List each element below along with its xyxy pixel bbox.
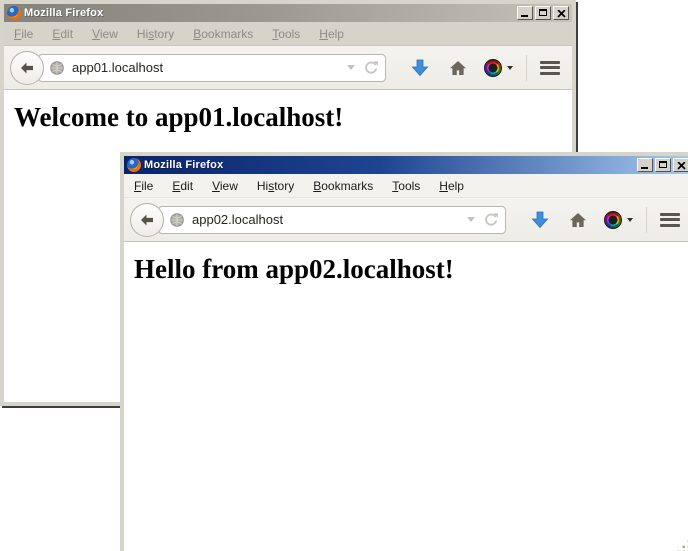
- toolbar-separator: [646, 207, 647, 233]
- addon-caret-icon: [507, 66, 513, 70]
- menu-help[interactable]: Help: [319, 27, 344, 41]
- title-bar[interactable]: Mozilla Firefox: [124, 156, 688, 174]
- minimize-button[interactable]: [517, 6, 533, 20]
- window-controls: [517, 6, 570, 20]
- reload-icon[interactable]: [483, 212, 499, 228]
- hamburger-icon: [660, 213, 680, 216]
- browser-window-app02: Mozilla Firefox File Edit View History B…: [120, 152, 688, 551]
- menu-bar: File Edit View History Bookmarks Tools H…: [124, 174, 688, 198]
- downloads-button[interactable]: [530, 210, 550, 230]
- menu-tools[interactable]: Tools: [272, 27, 300, 41]
- window-controls: [637, 158, 688, 172]
- page-heading: Welcome to app01.localhost!: [4, 90, 572, 133]
- window-title: Mozilla Firefox: [144, 159, 223, 171]
- url-bar[interactable]: app01.localhost: [38, 54, 386, 82]
- close-icon: [677, 162, 686, 170]
- menu-edit[interactable]: Edit: [52, 27, 73, 41]
- url-bar[interactable]: app02.localhost: [158, 206, 506, 234]
- home-icon: [568, 210, 588, 230]
- menu-help[interactable]: Help: [439, 179, 464, 193]
- menu-bookmarks[interactable]: Bookmarks: [313, 179, 373, 193]
- menu-file[interactable]: File: [14, 27, 33, 41]
- menu-bar: File Edit View History Bookmarks Tools H…: [4, 22, 572, 46]
- url-text: app02.localhost: [192, 212, 463, 227]
- color-wheel-icon: [484, 59, 502, 77]
- menu-view[interactable]: View: [92, 27, 118, 41]
- navigation-toolbar: app01.localhost: [4, 46, 572, 90]
- urlbar-dropdown-icon[interactable]: [467, 217, 475, 222]
- downloads-arrow-icon: [410, 58, 430, 78]
- menu-tools[interactable]: Tools: [392, 179, 420, 193]
- window-title: Mozilla Firefox: [24, 7, 103, 19]
- maximize-button[interactable]: [535, 6, 551, 20]
- urlbar-dropdown-icon[interactable]: [347, 65, 355, 70]
- menu-bookmarks[interactable]: Bookmarks: [193, 27, 253, 41]
- menu-history[interactable]: History: [137, 27, 174, 41]
- back-arrow-icon: [19, 60, 35, 76]
- maximize-icon: [659, 161, 667, 168]
- color-wheel-icon: [604, 211, 622, 229]
- back-button[interactable]: [130, 203, 164, 237]
- firefox-icon: [127, 158, 141, 172]
- url-text: app01.localhost: [72, 60, 343, 75]
- back-arrow-icon: [139, 212, 155, 228]
- close-icon: [557, 10, 566, 18]
- home-button[interactable]: [568, 210, 588, 230]
- minimize-button[interactable]: [637, 158, 653, 172]
- downloads-button[interactable]: [410, 58, 430, 78]
- hamburger-icon: [540, 61, 560, 64]
- menu-file[interactable]: File: [134, 179, 153, 193]
- app-menu-button[interactable]: [658, 208, 682, 231]
- menu-edit[interactable]: Edit: [172, 179, 193, 193]
- site-identity-globe-icon[interactable]: [49, 60, 65, 76]
- page-heading: Hello from app02.localhost!: [124, 242, 688, 285]
- reload-icon[interactable]: [363, 60, 379, 76]
- back-button[interactable]: [10, 51, 44, 85]
- addon-button[interactable]: [604, 211, 633, 229]
- home-button[interactable]: [448, 58, 468, 78]
- close-button[interactable]: [673, 158, 688, 172]
- minimize-icon: [641, 167, 648, 169]
- title-bar[interactable]: Mozilla Firefox: [4, 4, 572, 22]
- desktop: Mozilla Firefox File Edit View History B…: [0, 0, 688, 551]
- app-menu-button[interactable]: [538, 56, 562, 79]
- menu-history[interactable]: History: [257, 179, 294, 193]
- addon-caret-icon: [627, 218, 633, 222]
- addon-button[interactable]: [484, 59, 513, 77]
- page-content: Hello from app02.localhost!: [124, 242, 688, 551]
- minimize-icon: [521, 15, 528, 17]
- resize-grip[interactable]: [676, 539, 688, 551]
- maximize-icon: [539, 9, 547, 16]
- downloads-arrow-icon: [530, 210, 550, 230]
- close-button[interactable]: [553, 6, 569, 20]
- navigation-toolbar: app02.localhost: [124, 198, 688, 242]
- maximize-button[interactable]: [655, 158, 671, 172]
- menu-view[interactable]: View: [212, 179, 238, 193]
- site-identity-globe-icon[interactable]: [169, 212, 185, 228]
- home-icon: [448, 58, 468, 78]
- toolbar-separator: [526, 55, 527, 81]
- firefox-icon: [7, 6, 21, 20]
